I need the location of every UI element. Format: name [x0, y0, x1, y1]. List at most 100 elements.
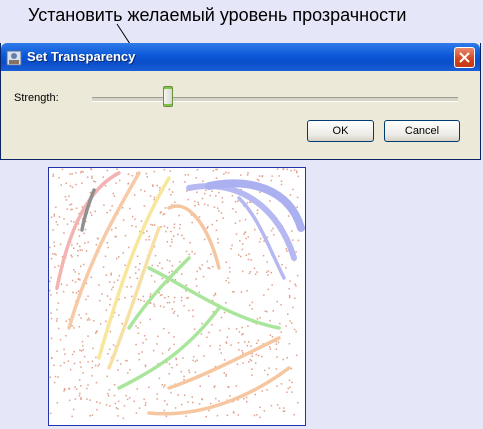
speckle-dot — [188, 371, 191, 374]
speckle-dot — [228, 386, 230, 388]
speckle-dot — [278, 407, 281, 409]
speckle-dot — [213, 206, 216, 208]
speckle-dot — [58, 176, 60, 179]
speckle-dot — [192, 309, 194, 312]
speckle-dot — [242, 270, 244, 273]
speckle-dot — [75, 388, 78, 390]
close-button[interactable] — [454, 47, 475, 68]
speckle-dot — [223, 359, 226, 361]
speckle-dot — [280, 183, 283, 186]
speckle-dot — [221, 197, 224, 199]
speckle-dot — [271, 284, 273, 286]
speckle-dot — [63, 387, 66, 390]
speckle-dot — [154, 254, 157, 257]
speckle-dot — [173, 343, 175, 346]
dialog-titlebar[interactable]: Set Transparency — [1, 43, 480, 71]
speckle-dot — [256, 209, 259, 211]
speckle-dot — [78, 326, 81, 328]
speckle-dot — [187, 198, 189, 201]
speckle-dot — [91, 375, 93, 377]
speckle-dot — [259, 416, 261, 419]
speckle-dot — [134, 218, 136, 220]
speckle-dot — [197, 203, 200, 206]
speckle-dot — [242, 333, 244, 335]
speckle-dot — [257, 339, 260, 342]
speckle-dot — [138, 407, 141, 409]
speckle-dot — [227, 172, 230, 174]
speckle-dot — [194, 205, 196, 207]
speckle-dot — [82, 171, 84, 173]
speckle-dot — [94, 181, 97, 183]
speckle-dot — [71, 415, 73, 418]
speckle-dot — [53, 364, 55, 366]
speckle-dot — [163, 327, 165, 330]
speckle-dot — [80, 170, 83, 173]
speckle-dot — [95, 244, 98, 246]
strength-slider-track[interactable] — [92, 97, 458, 102]
speckle-dot — [201, 197, 204, 200]
speckle-dot — [194, 371, 197, 373]
close-icon — [459, 52, 470, 63]
speckle-dot — [216, 414, 219, 417]
speckle-dot — [107, 392, 109, 395]
speckle-dot — [110, 274, 112, 276]
speckle-dot — [245, 396, 248, 399]
speckle-dot — [81, 182, 83, 184]
speckle-dot — [50, 337, 53, 340]
speckle-dot — [69, 185, 72, 187]
speckle-dot — [89, 399, 91, 401]
speckle-dot — [296, 196, 299, 199]
speckle-dot — [144, 404, 147, 406]
speckle-dot — [210, 253, 212, 255]
speckle-dot — [173, 226, 176, 229]
speckle-dot — [142, 295, 144, 298]
speckle-dot — [215, 229, 218, 232]
speckle-dot — [165, 415, 168, 418]
speckle-dot — [69, 173, 71, 175]
speckle-dot — [209, 267, 211, 270]
strength-slider-thumb[interactable] — [163, 86, 174, 107]
speckle-dot — [281, 264, 283, 266]
speckle-dot — [118, 256, 120, 258]
speckle-dot — [78, 379, 81, 381]
speckle-dot — [282, 358, 284, 361]
speckle-dot — [75, 207, 78, 209]
speckle-dot — [79, 392, 81, 395]
speckle-dot — [213, 294, 215, 297]
speckle-dot — [102, 176, 104, 178]
speckle-dot — [291, 391, 293, 393]
speckle-dot — [54, 266, 56, 268]
speckle-dot — [169, 347, 171, 350]
speckle-dot — [65, 335, 67, 337]
speckle-dot — [143, 205, 146, 207]
speckle-dot — [270, 229, 273, 232]
speckle-dot — [136, 388, 138, 390]
speckle-dot — [49, 289, 51, 292]
speckle-dot — [68, 399, 71, 402]
speckle-dot — [273, 234, 275, 236]
speckle-dot — [184, 174, 187, 176]
speckle-dot — [218, 191, 220, 194]
speckle-dot — [161, 277, 164, 280]
speckle-dot — [237, 414, 240, 416]
speckle-dot — [55, 221, 58, 223]
speckle-dot — [244, 218, 247, 221]
speckle-dot — [245, 237, 247, 240]
speckle-dot — [166, 227, 169, 229]
ok-button[interactable]: OK — [307, 120, 374, 142]
cancel-button[interactable]: Cancel — [384, 120, 460, 142]
speckle-dot — [74, 281, 77, 283]
speckle-dot — [169, 170, 171, 172]
speckle-dot — [111, 288, 113, 291]
speckle-dot — [242, 362, 244, 364]
speckle-dot — [295, 251, 297, 253]
speckle-dot — [246, 401, 248, 403]
speckle-dot — [256, 318, 259, 320]
speckle-dot — [172, 181, 174, 183]
speckle-dot — [292, 188, 294, 191]
speckle-dot — [105, 309, 108, 311]
speckle-dot — [63, 218, 65, 220]
speckle-dot — [204, 238, 206, 241]
speckle-dot — [189, 241, 191, 244]
speckle-dot — [261, 390, 264, 392]
